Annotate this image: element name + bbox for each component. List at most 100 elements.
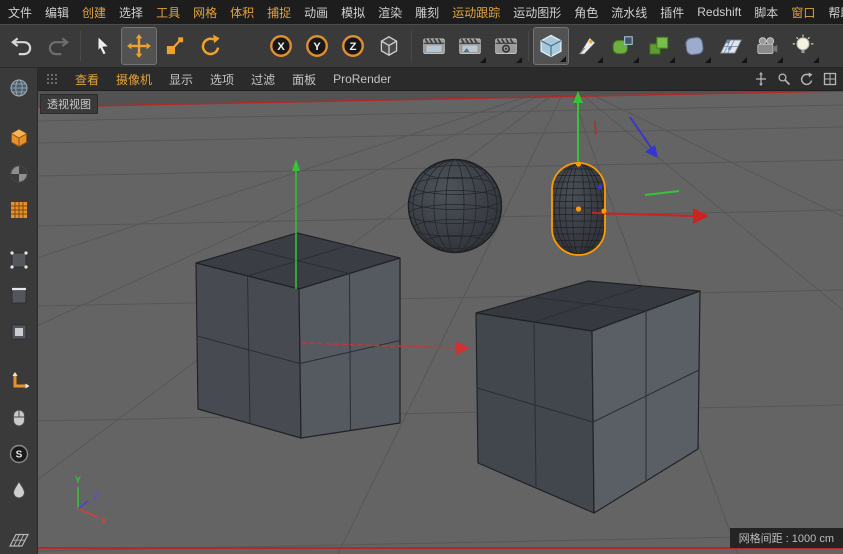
menu-item-script[interactable]: 脚本 [754, 4, 778, 21]
texture-mode-button[interactable] [2, 158, 36, 190]
x-lock-icon: X [270, 35, 292, 57]
cube-object-right[interactable] [475, 280, 701, 514]
menu-item-motion-tracker[interactable]: 运动跟踪 [452, 4, 500, 21]
grid-spacing-label: 网格间距 : 1000 cm [729, 528, 843, 548]
move-tool-button[interactable] [121, 27, 157, 65]
menu-item-pipeline[interactable]: 流水线 [611, 4, 647, 21]
viewport-menu-grip-icon[interactable] [46, 73, 58, 85]
viewport-nav-icons [752, 68, 839, 90]
model-mode-icon [10, 128, 27, 148]
model-mode-button[interactable] [2, 122, 36, 154]
snapping-icon: S [9, 444, 28, 464]
paint-button[interactable] [2, 474, 36, 506]
axis-indicator: Y Z X [75, 475, 107, 526]
scale-tool-icon [166, 37, 184, 55]
viewport-filter-button[interactable] [2, 402, 36, 434]
scene-canvas[interactable]: Y Z X [38, 91, 843, 554]
render-picture-viewer-icon [459, 38, 481, 55]
light-button[interactable] [785, 27, 821, 65]
viewport-menu-prorender[interactable]: ProRender [333, 72, 391, 86]
menu-item-create[interactable]: 创建 [82, 4, 106, 21]
menu-item-tools[interactable]: 工具 [156, 4, 180, 21]
workplane-snap-icon [8, 533, 29, 547]
viewport-menu-panel[interactable]: 面板 [292, 71, 316, 88]
render-view-button[interactable] [416, 27, 452, 65]
x-axis-lock-button[interactable]: X [263, 27, 299, 65]
deformers-icon [685, 37, 704, 56]
render-view-icon [423, 38, 445, 55]
workplane-mode-button[interactable] [2, 194, 36, 226]
pen-tool-button[interactable] [569, 27, 605, 65]
render-settings-button[interactable] [488, 27, 524, 65]
menu-item-mesh[interactable]: 网格 [193, 4, 217, 21]
environment-button[interactable] [713, 27, 749, 65]
menu-item-animate[interactable]: 动画 [304, 4, 328, 21]
workplane-snap-button[interactable] [2, 524, 36, 554]
camera-button[interactable] [749, 27, 785, 65]
coordinate-system-icon [380, 36, 398, 56]
scale-tool-button[interactable] [157, 27, 193, 65]
axis-z-label: Z [93, 492, 99, 502]
snapping-button[interactable]: S [2, 438, 36, 470]
coordinate-system-button[interactable] [371, 27, 407, 65]
toolbar-separator [80, 31, 81, 61]
undo-button[interactable] [4, 27, 40, 65]
viewport-menu-filter[interactable]: 过滤 [251, 71, 275, 88]
menu-item-select[interactable]: 选择 [119, 4, 143, 21]
menu-item-help[interactable]: 帮助 [828, 4, 843, 21]
viewport-menu-display[interactable]: 显示 [169, 71, 193, 88]
x-lock-label: X [277, 41, 285, 53]
polygons-mode-button[interactable] [2, 316, 36, 348]
edges-mode-icon [11, 287, 26, 304]
menu-item-simulate[interactable]: 模拟 [341, 4, 365, 21]
y-axis-lock-button[interactable]: Y [299, 27, 335, 65]
menu-item-redshift[interactable]: Redshift [697, 5, 741, 19]
menu-item-file[interactable]: 文件 [8, 4, 32, 21]
viewport-menu-options[interactable]: 选项 [210, 71, 234, 88]
zoom-view-button[interactable] [775, 70, 793, 88]
redo-button[interactable] [40, 27, 76, 65]
menu-item-render[interactable]: 渲染 [378, 4, 402, 21]
render-picture-viewer-button[interactable] [452, 27, 488, 65]
points-mode-button[interactable] [2, 244, 36, 276]
generators-button[interactable] [641, 27, 677, 65]
paint-icon [12, 480, 25, 499]
deformers-button[interactable] [677, 27, 713, 65]
content-row: S 查看 摄像机 显示 选项 过滤 面板 ProRender 透视视图 网格间距… [0, 68, 843, 554]
menu-item-character[interactable]: 角色 [574, 4, 598, 21]
menu-item-extensions[interactable]: 插件 [660, 4, 684, 21]
viewport-menu-view[interactable]: 查看 [75, 71, 99, 88]
menu-item-mograph[interactable]: 运动图形 [513, 4, 561, 21]
live-selection-button[interactable] [85, 27, 121, 65]
subdivision-surface-button[interactable] [605, 27, 641, 65]
cube-object-left[interactable] [195, 232, 401, 439]
rotate-view-icon [800, 72, 813, 86]
rotate-tool-button[interactable] [193, 27, 229, 65]
viewport-canvas[interactable]: 透视视图 网格间距 : 1000 cm Y Z X [38, 91, 843, 554]
subdivision-surface-icon [612, 36, 633, 55]
view-label[interactable]: 透视视图 [40, 94, 98, 114]
viewport: 查看 摄像机 显示 选项 过滤 面板 ProRender 透视视图 网格间距:… [38, 68, 843, 554]
menu-item-window[interactable]: 窗口 [791, 4, 815, 21]
make-editable-button[interactable] [2, 72, 36, 104]
zoom-view-icon [778, 73, 791, 86]
sphere-object[interactable] [407, 158, 503, 254]
z-lock-label: Z [350, 41, 357, 53]
menu-item-snap[interactable]: 捕捉 [267, 4, 291, 21]
edges-mode-button[interactable] [2, 280, 36, 312]
menu-item-edit[interactable]: 编辑 [45, 4, 69, 21]
snapping-label: S [15, 450, 22, 461]
viewport-menu-cameras[interactable]: 摄像机 [116, 71, 152, 88]
rotate-view-button[interactable] [798, 70, 816, 88]
menu-item-volume[interactable]: 体积 [230, 4, 254, 21]
light-icon [792, 34, 814, 54]
add-cube-button[interactable] [533, 27, 569, 65]
z-axis-lock-button[interactable]: Z [335, 27, 371, 65]
toggle-views-button[interactable] [821, 70, 839, 88]
cube-primitive-icon [540, 34, 562, 58]
enable-axis-button[interactable] [2, 366, 36, 398]
menu-item-sculpt[interactable]: 雕刻 [415, 4, 439, 21]
cinema4d-window: 文件 编辑 创建 选择 工具 网格 体积 捕捉 动画 模拟 渲染 雕刻 运动跟踪… [0, 0, 843, 554]
toggle-views-icon [823, 72, 837, 86]
pan-view-button[interactable] [752, 70, 770, 88]
